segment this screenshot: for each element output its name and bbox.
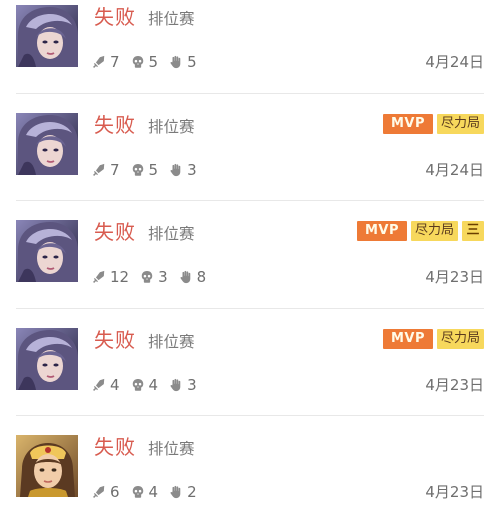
- mvp-badge: MVP: [356, 221, 407, 241]
- assists-stat: 3: [169, 376, 197, 394]
- match-date: 4月23日: [425, 483, 484, 501]
- sword-icon: [92, 485, 110, 499]
- sword-icon: [92, 378, 110, 392]
- kills-stat: 7: [92, 161, 120, 179]
- match-row[interactable]: 失败 排位赛 12 3 8 MVP 尽力局三 4月23日: [16, 201, 484, 309]
- match-row[interactable]: 失败 排位赛 7 5 3 MVP 尽力局 4月24日: [16, 94, 484, 201]
- match-date: 4月23日: [425, 268, 484, 286]
- hero-avatar: [16, 112, 78, 175]
- kda-stats: 642: [92, 482, 208, 502]
- kda-stats: 443: [92, 375, 208, 395]
- match-result: 失败: [94, 220, 136, 244]
- match-date: 4月24日: [425, 160, 484, 179]
- hand-icon: [169, 55, 187, 69]
- match-badges: MVP 尽力局: [379, 328, 484, 349]
- kda-stats: 753: [92, 160, 208, 180]
- assists-stat: 3: [169, 161, 197, 179]
- kills-stat: 4: [92, 376, 120, 394]
- skull-icon: [131, 378, 149, 392]
- match-mode: 排位赛: [148, 225, 195, 243]
- hand-icon: [169, 485, 187, 499]
- match-result: 失败: [94, 327, 136, 352]
- match-badges: MVP 尽力局: [379, 113, 484, 134]
- mvp-badge: MVP: [382, 328, 433, 349]
- hero-avatar: [16, 327, 78, 390]
- match-mode: 排位赛: [148, 440, 195, 458]
- kda-stats: 755: [92, 52, 208, 72]
- hand-icon: [179, 270, 197, 284]
- sword-icon: [92, 270, 110, 284]
- skull-icon: [131, 55, 149, 69]
- mvp-badge: MVP: [382, 113, 433, 134]
- kills-stat: 7: [92, 53, 120, 71]
- hero-avatar: [16, 220, 78, 282]
- match-date: 4月23日: [425, 375, 484, 394]
- assists-stat: 5: [169, 53, 197, 71]
- match-date: 4月24日: [425, 53, 484, 71]
- hand-icon: [169, 378, 187, 392]
- match-mode: 排位赛: [148, 332, 195, 351]
- skull-icon: [140, 270, 158, 284]
- deaths-stat: 5: [131, 53, 158, 71]
- deaths-stat: 3: [140, 268, 168, 286]
- effort-badge: 尽力局: [410, 221, 458, 241]
- sword-icon: [92, 55, 110, 69]
- kills-stat: 6: [92, 483, 120, 501]
- hand-icon: [169, 163, 187, 177]
- match-mode: 排位赛: [148, 10, 195, 28]
- triple-kill-badge: 三: [462, 221, 484, 241]
- match-history-list: 失败 排位赛 7 5 5 4月24日 失败 排位赛 7 5 3 MVP 尽力局 4月24日 失败 排位赛 12 3…: [0, 0, 500, 524]
- deaths-stat: 4: [131, 483, 158, 501]
- match-result: 失败: [94, 112, 136, 137]
- assists-stat: 8: [179, 268, 206, 286]
- match-row[interactable]: 失败 排位赛 7 5 5 4月24日: [16, 0, 484, 94]
- kda-stats: 12 3 8: [92, 267, 217, 287]
- deaths-stat: 4: [131, 376, 158, 394]
- hero-avatar: [16, 5, 78, 67]
- assists-stat: 2: [169, 483, 197, 501]
- deaths-stat: 5: [131, 161, 158, 179]
- sword-icon: [92, 163, 110, 177]
- kills-stat: 12: [92, 268, 129, 286]
- match-result: 失败: [94, 5, 136, 29]
- effort-badge: 尽力局: [436, 113, 484, 134]
- match-mode: 排位赛: [148, 117, 195, 136]
- effort-badge: 尽力局: [436, 328, 484, 349]
- skull-icon: [131, 163, 149, 177]
- match-row[interactable]: 失败 排位赛 4 4 3 MVP 尽力局 4月23日: [16, 309, 484, 416]
- match-badges: MVP 尽力局三: [353, 221, 484, 241]
- match-result: 失败: [94, 435, 136, 459]
- hero-avatar: [16, 435, 78, 497]
- skull-icon: [131, 485, 149, 499]
- match-row[interactable]: 失败 排位赛 6 4 2 4月23日: [16, 416, 484, 524]
